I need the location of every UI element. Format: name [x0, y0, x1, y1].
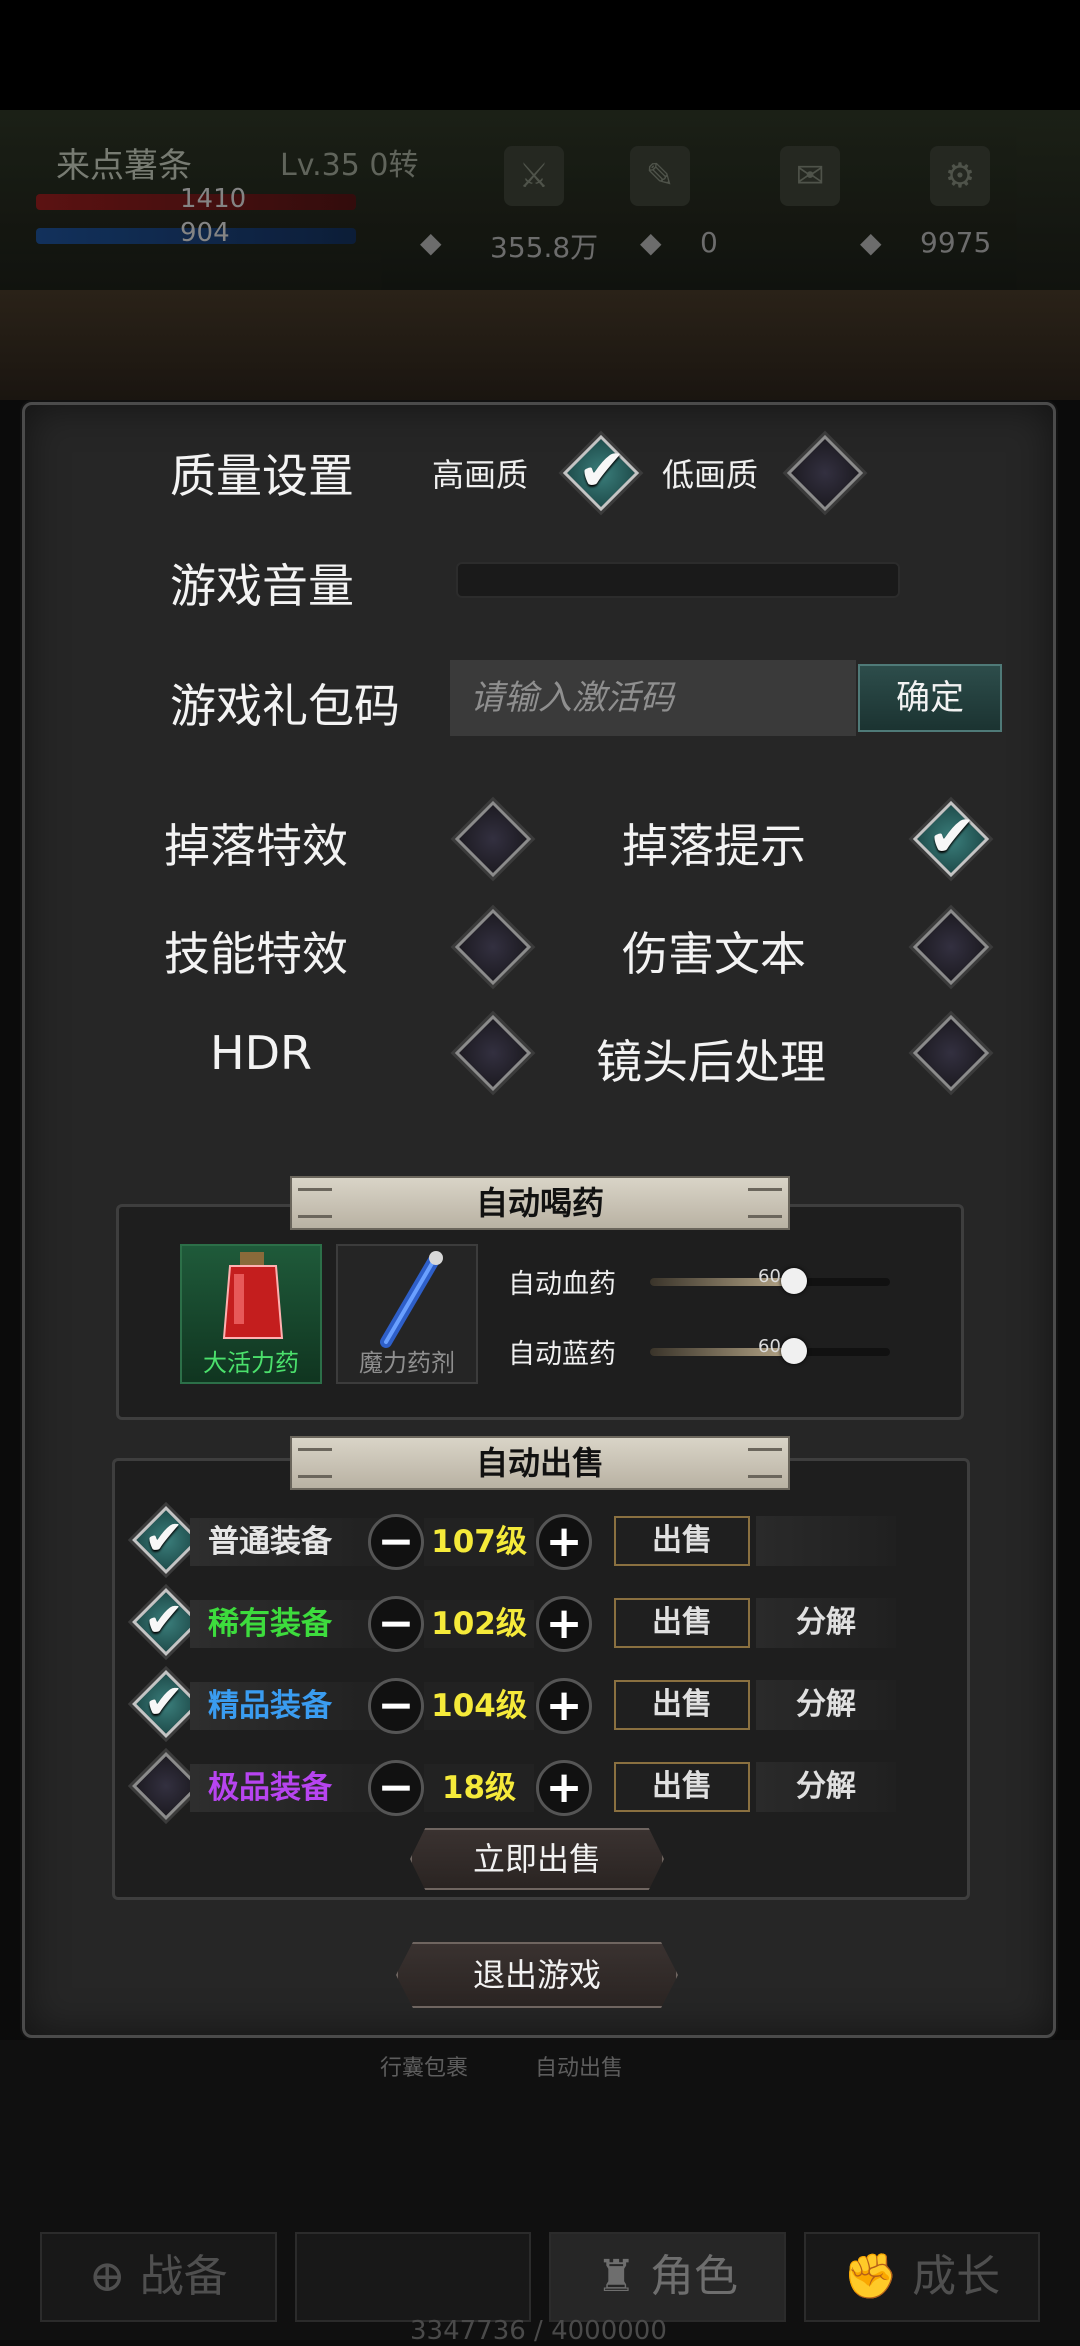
- sell-row: ✔ 精品装备 −104级 + 出售 分解: [120, 1670, 900, 1740]
- increase-level-button[interactable]: +: [536, 1514, 592, 1570]
- sell-row: ✔ 普通装备 −107级 + 出售: [120, 1506, 900, 1576]
- decrease-level-button[interactable]: −: [368, 1760, 424, 1816]
- auto-hp-slider[interactable]: 60.0: [650, 1266, 890, 1294]
- mana-vial-icon: [380, 1251, 443, 1348]
- decompose-toggle-button[interactable]: 分解: [756, 1762, 896, 1812]
- mp-value: 904: [180, 218, 230, 248]
- sword-icon: ⚔: [504, 146, 564, 206]
- decompose-toggle-button[interactable]: [756, 1516, 896, 1566]
- battlefield-background: [0, 290, 1080, 400]
- potion-hp-label: 大活力药: [203, 1349, 299, 1377]
- tab-bag[interactable]: 行囊包裹: [380, 2056, 468, 2081]
- confirm-button[interactable]: 确定: [858, 664, 1002, 732]
- sell-toggle-button[interactable]: 出售: [614, 1680, 750, 1730]
- gift-code-input[interactable]: [450, 660, 856, 736]
- gem-value: 0: [700, 226, 718, 259]
- nav-character-label: 角色: [649, 2251, 738, 2302]
- sell-row-tier: 稀有装备: [190, 1600, 390, 1648]
- shield-icon: ⊕: [88, 2251, 126, 2302]
- check-icon: ✔: [927, 802, 977, 870]
- potion-hp-slot[interactable]: 大活力药: [180, 1244, 322, 1384]
- gear-icon: ⚙: [930, 146, 990, 206]
- auto-mp-knob[interactable]: [781, 1338, 807, 1364]
- increase-level-button[interactable]: +: [536, 1760, 592, 1816]
- damage-text-label: 伤害文本: [622, 927, 806, 981]
- player-name: 来点薯条: [56, 146, 192, 186]
- gold-value: 355.8万: [490, 231, 599, 264]
- auto-hp-knob[interactable]: [781, 1268, 807, 1294]
- bottom-tabs: 行囊包裹 自动出售: [380, 2050, 683, 2082]
- volume-slider[interactable]: [456, 562, 900, 598]
- gift-code-label: 游戏礼包码: [170, 679, 400, 733]
- sell-row: ✔ 稀有装备 −102级 + 出售 分解: [120, 1588, 900, 1658]
- post-processing-label: 镜头后处理: [596, 1035, 826, 1089]
- sell-row-tier: 普通装备: [190, 1518, 390, 1566]
- crystal-icon: ◆: [860, 226, 882, 259]
- sell-toggle-button[interactable]: 出售: [614, 1516, 750, 1566]
- gold-icon: ◆: [420, 226, 442, 259]
- exp-text: 3347736 / 4000000: [410, 2316, 667, 2346]
- exit-game-button[interactable]: 退出游戏: [396, 1942, 678, 2008]
- low-quality-label: 低画质: [662, 456, 759, 494]
- decrease-level-button[interactable]: −: [368, 1514, 424, 1570]
- skill-effect-label: 技能特效: [164, 927, 348, 981]
- potion-mp-slot[interactable]: 魔力药剂: [336, 1244, 478, 1384]
- sell-row-level: 102级: [424, 1600, 534, 1648]
- quality-label: 质量设置: [170, 449, 354, 503]
- sell-row: 极品装备 −18级 + 出售 分解: [120, 1752, 900, 1822]
- gem-icon: ◆: [640, 226, 662, 259]
- check-icon: ✔: [577, 436, 627, 504]
- quest-icon: ✎: [630, 146, 690, 206]
- decrease-level-button[interactable]: −: [368, 1596, 424, 1652]
- increase-level-button[interactable]: +: [536, 1678, 592, 1734]
- crystal-value: 9975: [920, 226, 992, 259]
- hdr-label: HDR: [210, 1026, 312, 1080]
- auto-potion-title: 自动喝药: [290, 1176, 790, 1230]
- increase-level-button[interactable]: +: [536, 1596, 592, 1652]
- auto-sell-title: 自动出售: [290, 1436, 790, 1490]
- sell-toggle-button[interactable]: 出售: [614, 1598, 750, 1648]
- bottom-navbar: ⊕ 战备 ♜ 角色 ✊ 成长: [40, 2232, 1040, 2322]
- sell-row-level: 18级: [424, 1764, 534, 1812]
- nav-prepare[interactable]: ⊕ 战备: [40, 2232, 277, 2322]
- auto-mp-slider[interactable]: 60.0: [650, 1336, 890, 1364]
- drop-hint-label: 掉落提示: [622, 819, 806, 873]
- helmet-icon: ♜: [596, 2251, 636, 2302]
- sell-row-tier: 极品装备: [190, 1764, 390, 1812]
- status-bar: [0, 0, 1080, 110]
- nav-second[interactable]: [294, 2232, 531, 2322]
- sell-now-button[interactable]: 立即出售: [410, 1828, 664, 1890]
- sell-row-level: 104级: [424, 1682, 534, 1730]
- auto-hp-label: 自动血药: [508, 1269, 616, 1300]
- drop-effect-label: 掉落特效: [164, 819, 348, 873]
- mail-icon: ✉: [780, 146, 840, 206]
- player-level: Lv.35 0转: [280, 148, 419, 183]
- hp-value: 1410: [180, 184, 247, 214]
- tab-autosell[interactable]: 自动出售: [535, 2056, 623, 2081]
- sell-row-level: 107级: [424, 1518, 534, 1566]
- decompose-toggle-button[interactable]: 分解: [756, 1680, 896, 1730]
- high-quality-label: 高画质: [432, 456, 529, 494]
- player-hud: 来点薯条 Lv.35 0转 1410 904 ⚔ ✎ ✉ ⚙ ◆ 355.8万 …: [0, 110, 1080, 290]
- nav-prepare-label: 战备: [139, 2251, 228, 2302]
- auto-mp-label: 自动蓝药: [508, 1339, 616, 1370]
- sell-toggle-button[interactable]: 出售: [614, 1762, 750, 1812]
- potion-mp-label: 魔力药剂: [359, 1349, 455, 1377]
- fist-icon: ✊: [843, 2251, 899, 2302]
- nav-growth[interactable]: ✊ 成长: [803, 2232, 1040, 2322]
- decompose-toggle-button[interactable]: 分解: [756, 1598, 896, 1648]
- nav-character[interactable]: ♜ 角色: [549, 2232, 786, 2322]
- volume-label: 游戏音量: [170, 559, 354, 613]
- nav-growth-label: 成长: [912, 2251, 1001, 2302]
- decrease-level-button[interactable]: −: [368, 1678, 424, 1734]
- potion-bottle-icon: [222, 1252, 284, 1339]
- sell-row-tier: 精品装备: [190, 1682, 390, 1730]
